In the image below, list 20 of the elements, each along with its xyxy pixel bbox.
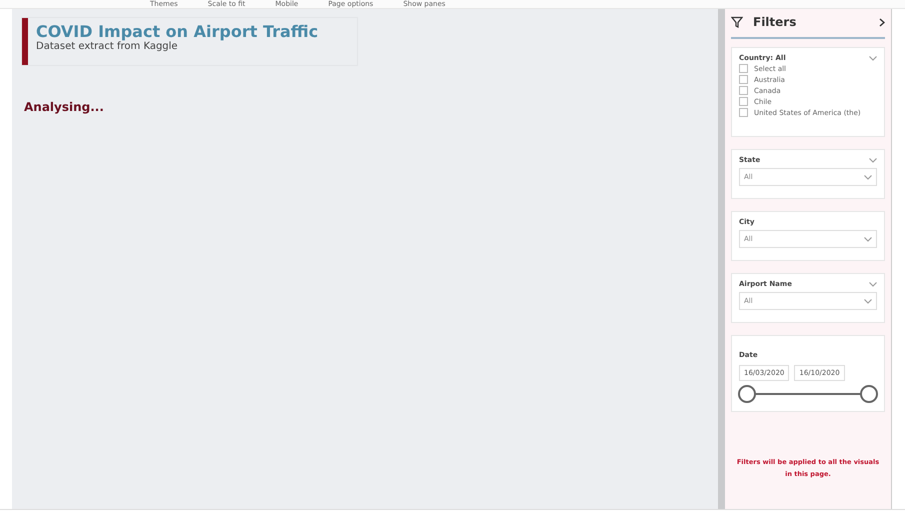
accent-bar [22, 18, 28, 65]
report-subtitle: Dataset extract from Kaggle [36, 41, 179, 52]
slider-thumb[interactable] [738, 385, 756, 403]
slider-thumb[interactable] [860, 385, 878, 403]
chevron-icon[interactable] [864, 236, 872, 242]
chevron-icon[interactable] [864, 174, 872, 180]
checkbox[interactable] [739, 97, 748, 106]
checkbox[interactable] [739, 86, 748, 95]
chevron-icon[interactable] [869, 282, 877, 286]
checkbox[interactable] [739, 108, 748, 117]
chevron-icon[interactable] [869, 56, 877, 60]
chevron-icon[interactable] [869, 158, 877, 162]
filter-icon [731, 16, 743, 28]
report-title: COVID Impact on Airport Traffic [36, 22, 318, 41]
checkbox[interactable] [739, 64, 748, 73]
checkbox[interactable] [739, 75, 748, 84]
chevron-icon[interactable] [864, 298, 872, 304]
collapse-chevron-icon[interactable] [879, 18, 885, 26]
status-text: Analysing... [24, 100, 105, 114]
filters-title: Filters [753, 15, 798, 29]
